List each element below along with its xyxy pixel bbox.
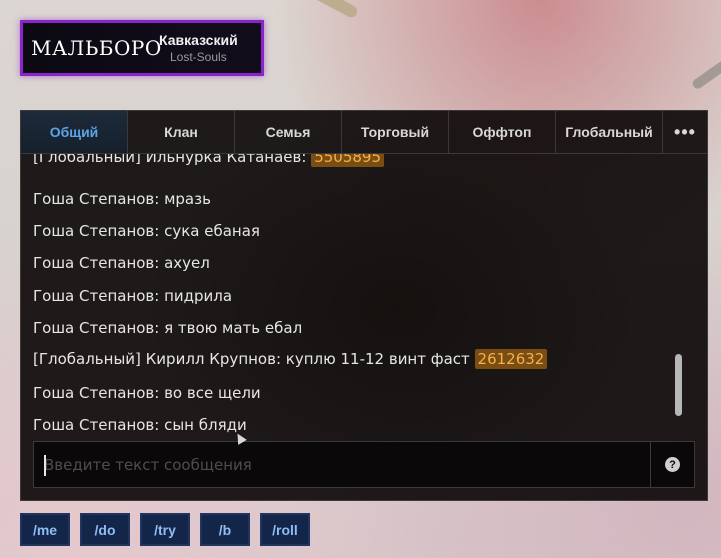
price-tag: 5505895 [311, 154, 385, 167]
server-name: Кавказский [159, 32, 238, 48]
server-info: Кавказский Lost-Souls [159, 32, 238, 64]
chat-input[interactable] [34, 442, 651, 487]
chat-message: Гоша Степанов: сука ебаная [33, 221, 260, 241]
message-text: [Глобальный] Кирилл Крупнов: куплю 11-12… [33, 350, 475, 368]
cmd-roll-button[interactable]: /roll [260, 513, 310, 546]
chat-message: Гоша Степанов: ахуел [33, 253, 210, 273]
help-button[interactable]: ? [651, 442, 694, 487]
chat-message: Гоша Степанов: сын бляди [33, 415, 247, 435]
cmd-b-button[interactable]: /b [200, 513, 250, 546]
more-tabs-icon[interactable]: ••• [663, 111, 707, 153]
message-text: Гоша Степанов: ахуел [33, 254, 210, 272]
text-caret [44, 455, 46, 476]
message-list: [Глобальный] Ильнурка Катанаев: 5505895 … [21, 154, 673, 437]
chat-message: [Глобальный] Кирилл Крупнов: куплю 11-12… [33, 349, 548, 369]
cmd-me-button[interactable]: /me [20, 513, 70, 546]
price-tag: 2612632 [474, 349, 548, 369]
chat-message: Гоша Степанов: пидрила [33, 286, 232, 306]
cmd-do-button[interactable]: /do [80, 513, 130, 546]
command-bar: /me /do /try /b /roll [20, 513, 320, 546]
tab-offtopic[interactable]: Оффтоп [449, 111, 556, 153]
message-text: [Глобальный] Ильнурка Катанаев: [33, 154, 312, 166]
message-text: Гоша Степанов: я твою мать ебал [33, 319, 303, 337]
server-logo: МАЛЬБОРО [31, 36, 162, 60]
chat-input-box: ? [33, 441, 695, 488]
server-subtitle: Lost-Souls [170, 50, 227, 64]
chat-message: [Глобальный] Ильнурка Катанаев: 5505895 [33, 154, 385, 167]
scrollbar-thumb[interactable] [675, 354, 682, 416]
chat-window: Общий Клан Семья Торговый Оффтоп Глобаль… [20, 110, 708, 501]
tab-global[interactable]: Глобальный [556, 111, 663, 153]
chat-message: Гоша Степанов: я твою мать ебал [33, 318, 302, 338]
tab-family[interactable]: Семья [235, 111, 342, 153]
message-text: Гоша Степанов: сын бляди [33, 416, 247, 434]
tab-clan[interactable]: Клан [128, 111, 235, 153]
server-badge: МАЛЬБОРО Кавказский Lost-Souls [20, 20, 264, 76]
tab-general[interactable]: Общий [21, 111, 128, 153]
message-text: Гоша Степанов: во все щели [33, 384, 261, 402]
background-stick [690, 59, 721, 91]
chat-message: Гоша Степанов: мразь [33, 189, 211, 209]
help-icon: ? [665, 457, 680, 472]
chat-tabs: Общий Клан Семья Торговый Оффтоп Глобаль… [21, 111, 707, 154]
background-stick [300, 0, 360, 20]
tab-trade[interactable]: Торговый [342, 111, 449, 153]
message-text: Гоша Степанов: пидрила [33, 287, 233, 305]
cmd-try-button[interactable]: /try [140, 513, 190, 546]
chat-message: Гоша Степанов: во все щели [33, 383, 261, 403]
message-text: Гоша Степанов: мразь [33, 190, 211, 208]
message-text: Гоша Степанов: сука ебаная [33, 222, 260, 240]
